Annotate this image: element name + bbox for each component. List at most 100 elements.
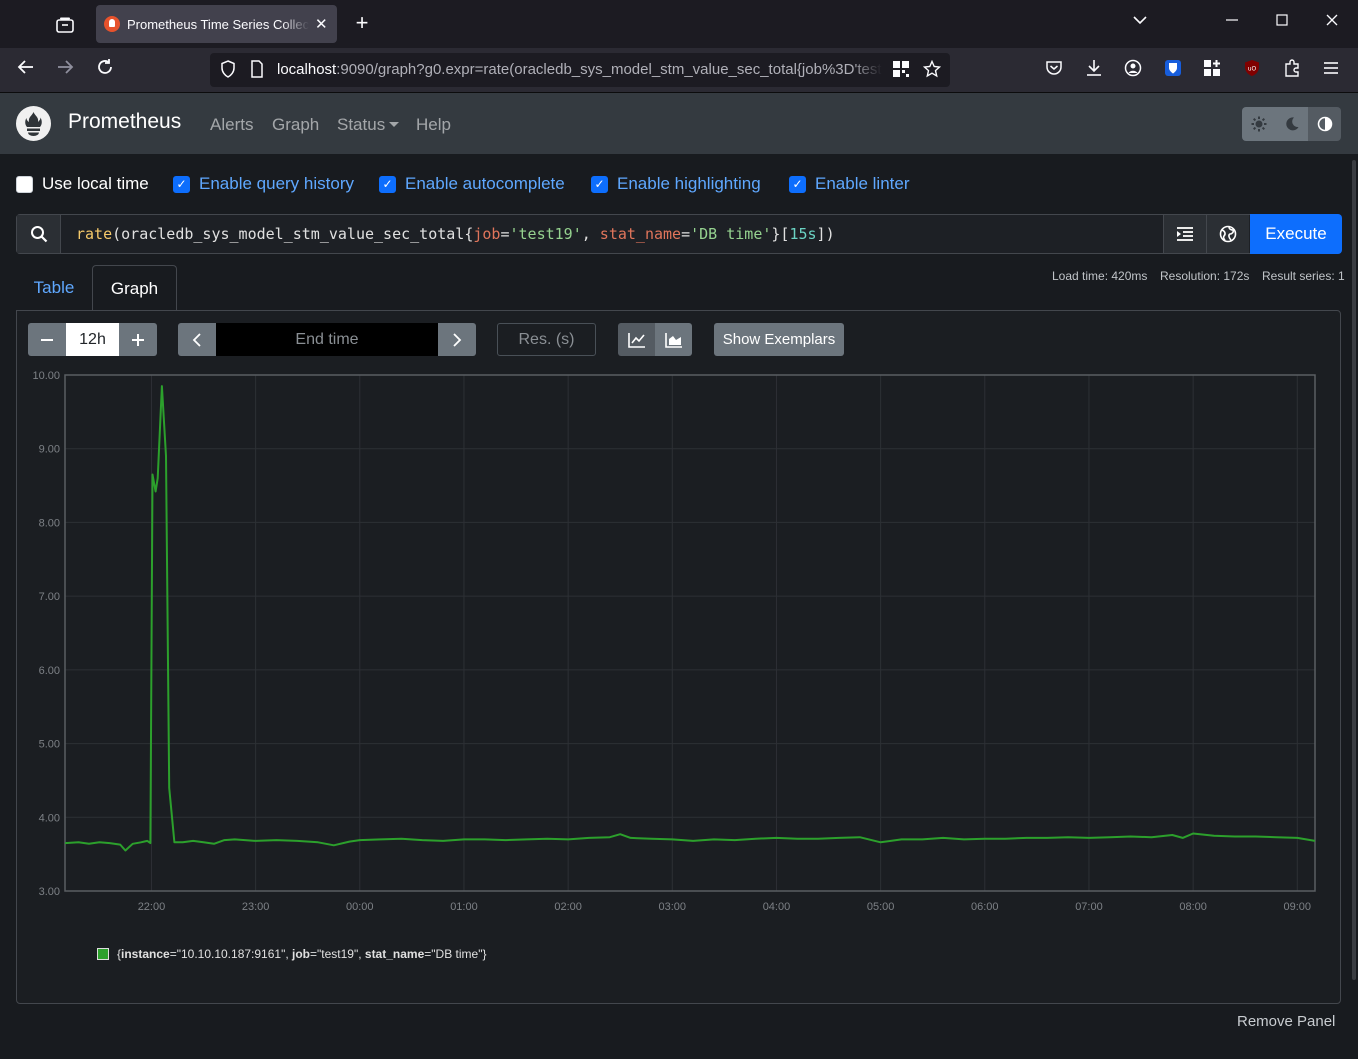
- legend-key-job: job: [292, 947, 310, 961]
- y-tick-label: 3.00: [39, 886, 60, 898]
- metrics-explorer-button[interactable]: [1206, 215, 1249, 253]
- page-info-icon[interactable]: [248, 60, 266, 80]
- light-theme-sun-icon[interactable]: [1242, 107, 1275, 141]
- autocomplete-label[interactable]: Enable autocomplete: [405, 174, 565, 194]
- tab-table[interactable]: Table: [16, 265, 92, 311]
- remove-panel-link[interactable]: Remove Panel: [1237, 1013, 1335, 1030]
- option-enable-linter[interactable]: ✓ Enable linter: [789, 173, 910, 195]
- tab-graph[interactable]: Graph: [92, 265, 177, 311]
- x-tick-label: 09:00: [1284, 901, 1312, 913]
- highlighting-label[interactable]: Enable highlighting: [617, 174, 761, 194]
- tracking-shield-icon[interactable]: [218, 60, 238, 80]
- reload-icon[interactable]: [93, 58, 117, 82]
- option-enable-query-history[interactable]: ✓ Enable query history: [173, 173, 354, 195]
- expr-value-job: 'test19': [509, 225, 582, 243]
- format-icon: [1177, 227, 1193, 241]
- legend-item[interactable]: {instance="10.10.10.187:9161", job="test…: [97, 947, 486, 961]
- x-tick-label: 04:00: [763, 901, 791, 913]
- series-line[interactable]: [64, 385, 1316, 852]
- close-tab-icon[interactable]: ✕: [315, 15, 328, 33]
- option-enable-highlighting[interactable]: ✓ Enable highlighting: [591, 173, 761, 195]
- url-path: :9090/graph?g0.expr=rate(oracledb_sys_mo…: [336, 61, 882, 78]
- y-tick-label: 5.00: [39, 739, 60, 751]
- browser-tab-title: Prometheus Time Series Collection and Pr…: [127, 16, 309, 32]
- query-history-label[interactable]: Enable query history: [199, 174, 354, 194]
- caret-down-icon: [389, 121, 400, 127]
- expr-label-stat-name: stat_name: [599, 225, 682, 243]
- hamburger-menu-icon[interactable]: [1320, 59, 1342, 81]
- autocomplete-checkbox[interactable]: ✓: [379, 175, 396, 193]
- option-use-local-time[interactable]: Use local time: [16, 173, 149, 195]
- extension-grid-icon[interactable]: [1201, 59, 1223, 81]
- use-local-time-checkbox[interactable]: [16, 175, 33, 193]
- url-text[interactable]: localhost:9090/graph?g0.expr=rate(oracle…: [277, 61, 882, 78]
- x-tick-label: 02:00: [554, 901, 582, 913]
- y-tick-label: 9.00: [39, 444, 60, 456]
- legend-value-job: ="test19",: [310, 947, 365, 961]
- search-icon: [17, 215, 61, 253]
- chart-grid: [65, 374, 1315, 892]
- nav-help[interactable]: Help: [416, 115, 451, 135]
- x-tick-label: 06:00: [971, 901, 999, 913]
- minimize-window-icon[interactable]: [1220, 12, 1244, 36]
- legend-color-swatch: [97, 948, 109, 960]
- x-tick-label: 22:00: [138, 901, 166, 913]
- bitwarden-icon[interactable]: [1162, 59, 1184, 81]
- browser-tab[interactable]: Prometheus Time Series Collection and Pr…: [96, 5, 337, 43]
- x-tick-label: 05:00: [867, 901, 895, 913]
- y-axis-ticks: 3.00 4.00 5.00 6.00 7.00 8.00 9.00 10.00: [32, 370, 60, 898]
- execute-button[interactable]: Execute: [1250, 214, 1342, 254]
- prometheus-navbar: Prometheus Alerts Graph Status Help: [0, 93, 1358, 154]
- url-bar[interactable]: localhost:9090/graph?g0.expr=rate(oracle…: [210, 53, 950, 87]
- y-tick-label: 6.00: [39, 665, 60, 677]
- expr-range: 15s: [789, 225, 817, 243]
- legend-key-stat-name: stat_name: [364, 947, 425, 961]
- graph-chart[interactable]: 3.004.005.006.007.008.009.0010.00 22:00 2…: [17, 311, 1342, 931]
- ublock-origin-icon[interactable]: uO: [1241, 59, 1263, 81]
- qr-code-icon[interactable]: [891, 60, 911, 80]
- tab-overflow-chevron-icon[interactable]: [1128, 12, 1152, 36]
- linter-label[interactable]: Enable linter: [815, 174, 910, 194]
- download-icon[interactable]: [1083, 59, 1105, 81]
- maximize-window-icon[interactable]: [1270, 12, 1294, 36]
- x-tick-label: 07:00: [1075, 901, 1103, 913]
- highlighting-checkbox[interactable]: ✓: [591, 175, 608, 193]
- x-tick-label: 01:00: [450, 901, 478, 913]
- nav-alerts[interactable]: Alerts: [210, 115, 253, 135]
- resolution-stat: Resolution: 172s: [1160, 269, 1250, 283]
- x-axis-ticks: 22:00 23:00 00:00 01:00 02:00 03:00 04:00 05:00…: [138, 901, 1311, 913]
- result-series-stat: Result series: 1: [1262, 269, 1345, 283]
- forward-arrow-icon[interactable]: [53, 58, 77, 82]
- plot-area-frame: [64, 374, 1316, 892]
- expression-input-group: rate(oracledb_sys_model_stm_value_sec_to…: [16, 214, 1342, 254]
- bookmark-star-icon[interactable]: [922, 59, 942, 80]
- query-history-checkbox[interactable]: ✓: [173, 175, 190, 193]
- option-enable-autocomplete[interactable]: ✓ Enable autocomplete: [379, 173, 565, 195]
- dark-theme-moon-icon[interactable]: [1275, 107, 1308, 141]
- pocket-icon[interactable]: [1043, 59, 1065, 81]
- prometheus-favicon-icon: [104, 16, 120, 32]
- extensions-puzzle-icon[interactable]: [1281, 59, 1303, 81]
- new-tab-icon[interactable]: +: [350, 12, 374, 36]
- nav-graph[interactable]: Graph: [272, 115, 319, 135]
- prometheus-logo-icon[interactable]: [16, 106, 51, 141]
- tab-list-icon[interactable]: [52, 12, 78, 38]
- page-scrollbar[interactable]: [1352, 160, 1356, 980]
- series-lines: [64, 385, 1316, 852]
- expr-value-stat-name: 'DB time': [690, 225, 772, 243]
- back-arrow-icon[interactable]: [14, 58, 38, 82]
- expression-editor[interactable]: rate(oracledb_sys_model_stm_value_sec_to…: [76, 225, 835, 243]
- linter-checkbox[interactable]: ✓: [789, 175, 806, 193]
- nav-status[interactable]: Status: [337, 115, 400, 135]
- legend-label: {instance="10.10.10.187:9161", job="test…: [117, 947, 486, 961]
- format-expression-button[interactable]: [1163, 215, 1206, 253]
- auto-theme-contrast-icon[interactable]: [1308, 107, 1341, 141]
- browser-nav-bar: localhost:9090/graph?g0.expr=rate(oracle…: [0, 48, 1358, 93]
- expr-function: rate: [76, 225, 113, 243]
- use-local-time-label[interactable]: Use local time: [42, 174, 149, 194]
- svg-text:uO: uO: [1248, 66, 1257, 73]
- x-tick-label: 03:00: [659, 901, 687, 913]
- brand-title[interactable]: Prometheus: [68, 110, 181, 134]
- account-icon[interactable]: [1122, 59, 1144, 81]
- close-window-icon[interactable]: [1320, 12, 1344, 36]
